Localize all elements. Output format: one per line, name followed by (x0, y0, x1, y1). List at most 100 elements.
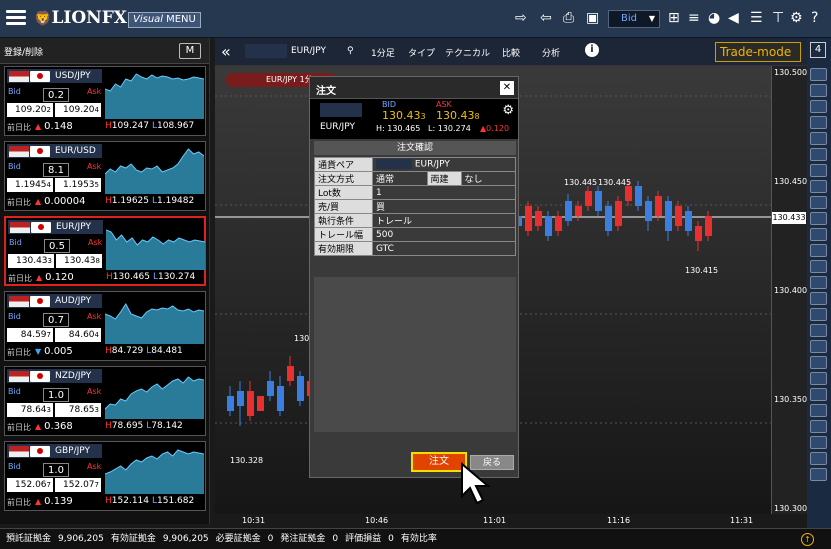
drawing-tool-button[interactable] (810, 196, 827, 209)
ask-button[interactable]: 130.438 (56, 254, 102, 268)
pair-name: AUD/JPY (55, 296, 92, 306)
drawing-tool-button[interactable] (810, 276, 827, 289)
list-icon[interactable]: ☰ (750, 11, 763, 25)
collapse-icon[interactable]: « (221, 42, 231, 61)
drawing-tool-button[interactable] (810, 468, 827, 481)
rate-card[interactable]: NZD/JPY Bid Ask 1.0 78.643 78.653 前日比 ▲ 0.368 H78… (4, 366, 206, 436)
bid-button[interactable]: 109.202 (7, 103, 53, 117)
drawing-tool-button[interactable] (810, 388, 827, 401)
drawing-tool-button[interactable] (810, 132, 827, 145)
scroll-up-icon[interactable]: ↑ (801, 533, 814, 546)
rate-card[interactable]: AUD/JPY Bid Ask 0.7 84.597 84.604 前日比 ▼ 0.005 H84… (4, 291, 206, 361)
pie-chart-icon[interactable]: ◕ (708, 11, 720, 25)
timeframe-button[interactable]: 1分足 (371, 46, 395, 59)
drawing-tool-button[interactable] (810, 116, 827, 129)
rate-card[interactable]: USD/JPY Bid Ask 0.2 109.202 109.204 前日比 ▲ 0.148 H… (4, 66, 206, 136)
table-row: 注文方式 通常 両建 なし (314, 171, 516, 186)
rate-icon[interactable]: ≡ (688, 11, 700, 25)
drawing-tool-button[interactable] (810, 420, 827, 433)
drawing-tool-button[interactable] (810, 292, 827, 305)
drawing-tool-button[interactable] (810, 68, 827, 81)
drawing-tool-button[interactable] (810, 452, 827, 465)
compare-button[interactable]: 比較 (502, 46, 520, 59)
rate-card[interactable]: EUR/JPY Bid Ask 0.5 130.433 130.438 前日比 ▲ 0.120 H… (4, 216, 206, 286)
drawing-tool-button[interactable] (810, 324, 827, 337)
ask-button[interactable]: 109.204 (55, 103, 101, 117)
save-icon[interactable]: ▣ (586, 11, 599, 25)
price-type-select[interactable]: Bid ▼ (608, 10, 660, 28)
export-icon[interactable]: ⇨ (515, 11, 527, 25)
m-button[interactable]: M (179, 43, 201, 59)
bid-button[interactable]: 152.067 (7, 478, 53, 492)
high-marker: H (105, 346, 112, 356)
gear-icon[interactable]: ⚙ (790, 11, 803, 25)
drawing-tool-button[interactable] (810, 244, 827, 257)
prev-day-label: 前日比 (7, 198, 31, 207)
row-value: 通常 (372, 171, 428, 186)
register-delete-label[interactable]: 登録/削除 (4, 45, 43, 58)
flag-icon (30, 446, 50, 457)
order-button[interactable]: 注文 (411, 452, 467, 472)
drawing-tool-button[interactable] (810, 308, 827, 321)
bid-label: Bid (8, 87, 21, 96)
bid-main: 130.43 (16, 256, 48, 266)
drawing-tool-button[interactable] (810, 228, 827, 241)
ask-button[interactable]: 84.604 (55, 328, 101, 342)
ask-button[interactable]: 1.19535 (55, 178, 101, 192)
print-icon[interactable]: ⎙ (563, 11, 574, 25)
drawing-tool-button[interactable] (810, 164, 827, 177)
hamburger-menu-icon[interactable] (6, 10, 26, 26)
bid-button[interactable]: 130.433 (8, 254, 54, 268)
technical-button[interactable]: テクニカル (445, 46, 490, 59)
page-number[interactable]: 4 (810, 42, 826, 58)
drawing-tool-button[interactable] (810, 356, 827, 369)
effective-ratio-label: 有効比率 (400, 534, 437, 544)
rate-card[interactable]: EUR/USD Bid Ask 8.1 1.19454 1.19535 前日比 ▲ 0.0000… (4, 141, 206, 211)
announce-icon[interactable]: ◀ (728, 11, 739, 25)
row-value: 1 (372, 185, 516, 200)
close-icon[interactable]: ✕ (500, 81, 514, 95)
trade-mode-button[interactable]: Trade-mode ▼ (715, 42, 801, 77)
drawing-tool-button[interactable] (810, 340, 827, 353)
low-value: 1.19482 (157, 196, 195, 206)
info-icon[interactable]: i (585, 43, 599, 57)
chart-pair[interactable]: EUR/JPY (291, 46, 326, 56)
ask-main: 109.20 (63, 105, 95, 115)
gear-icon[interactable]: ⚙ (502, 103, 514, 118)
ask-button[interactable]: 152.077 (55, 478, 101, 492)
drawing-tool-button[interactable] (810, 84, 827, 97)
bid-button[interactable]: 84.597 (7, 328, 53, 342)
visual-menu-button[interactable]: Visual MENU (128, 12, 201, 28)
rate-card[interactable]: GBP/JPY Bid Ask 1.0 152.067 152.077 前日比 ▲ 0.139 H… (4, 441, 206, 511)
drawing-tool-button[interactable] (810, 100, 827, 113)
analysis-button[interactable]: 分析 (542, 46, 560, 59)
high-value: 78.695 (111, 421, 144, 431)
pnl-label: 評価損益 (345, 534, 382, 544)
chart-type-button[interactable]: タイプ (408, 46, 435, 59)
ask-label: Ask (88, 238, 103, 247)
ask-main: 130.43 (436, 109, 475, 122)
dialog-change: ▲0.120 (480, 124, 510, 133)
bid-button[interactable]: 1.19454 (7, 178, 53, 192)
deposit-label: 預託証拠金 (6, 534, 52, 544)
prev-day-label: 前日比 (7, 123, 31, 132)
drawing-tool-button[interactable] (810, 180, 827, 193)
drawing-tool-button[interactable] (810, 436, 827, 449)
order-board-icon[interactable]: ⊞ (668, 11, 680, 25)
bid-button[interactable]: 78.643 (7, 403, 53, 417)
ask-button[interactable]: 78.653 (55, 403, 101, 417)
drawing-tool-button[interactable] (810, 212, 827, 225)
pair-label-box: EUR/JPY (8, 220, 103, 234)
lion-icon: 🦁 (34, 11, 52, 27)
drawing-tool-button[interactable] (810, 372, 827, 385)
help-icon[interactable]: ? (811, 11, 818, 25)
drawing-tool-button[interactable] (810, 404, 827, 417)
pnl-value: 0 (388, 534, 394, 544)
drawing-tool-button[interactable] (810, 260, 827, 273)
pair-label-box: AUD/JPY (7, 294, 102, 308)
drawing-tool-button[interactable] (810, 148, 827, 161)
bid-pip: 7 (46, 481, 51, 489)
pin-icon[interactable]: ⊤ (772, 11, 784, 25)
row-value: トレール (372, 213, 516, 228)
import-icon[interactable]: ⇦ (540, 11, 552, 25)
